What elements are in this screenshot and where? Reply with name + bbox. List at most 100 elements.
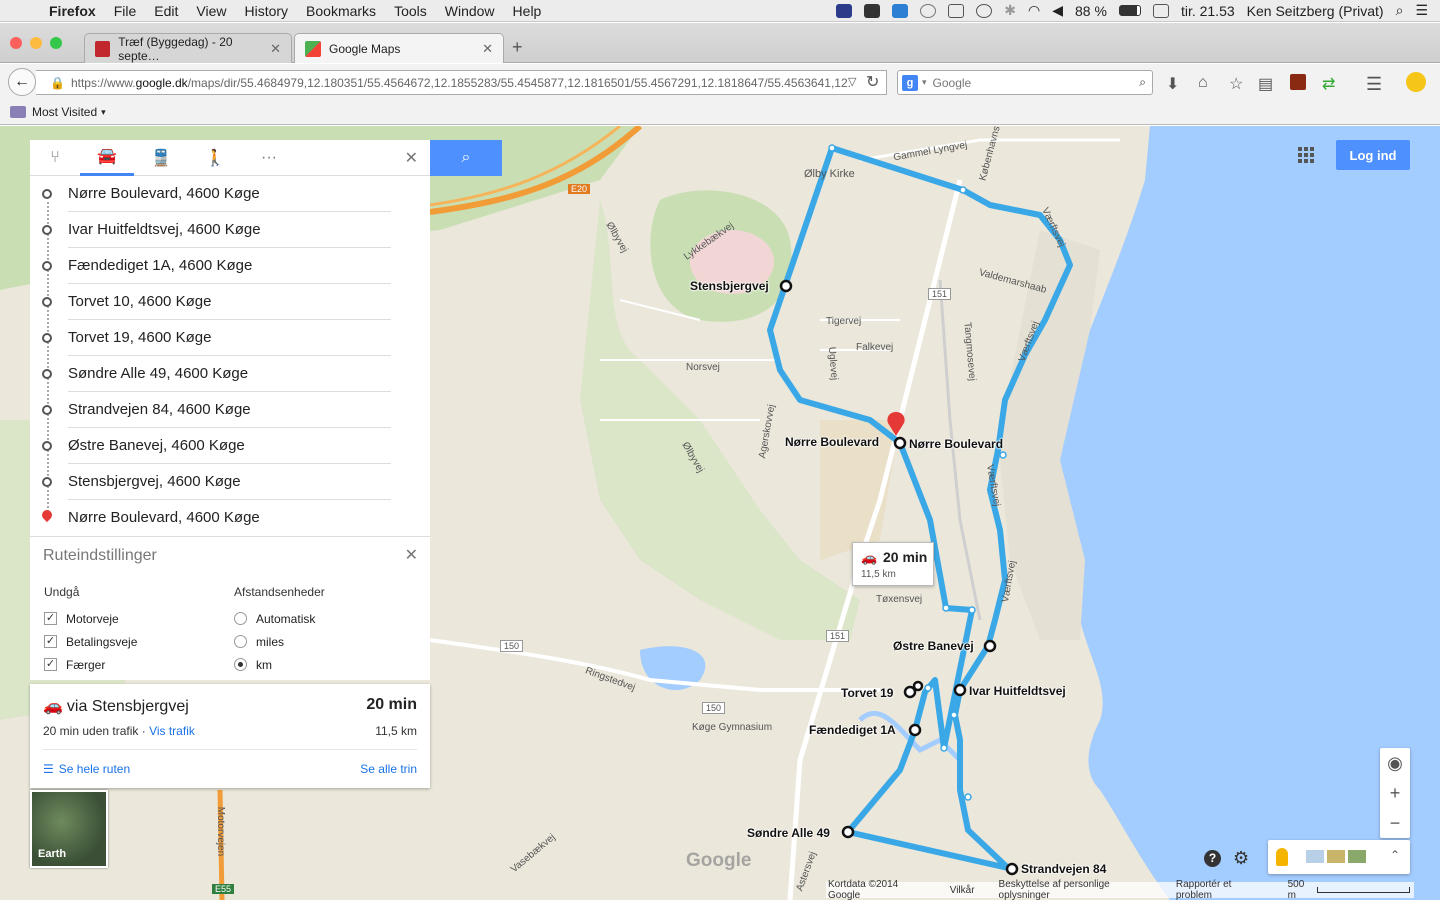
url-dropdown-icon[interactable]: ▽: [848, 75, 856, 88]
waypoint-item[interactable]: Torvet 19, 4600 Køge: [30, 320, 430, 356]
tray-app-icon[interactable]: [836, 3, 853, 18]
tray-timemachine-icon[interactable]: [976, 3, 993, 18]
tray-chat-icon[interactable]: [920, 3, 937, 18]
reading-list-icon[interactable]: ▤: [1258, 74, 1273, 94]
menu-history[interactable]: History: [235, 3, 297, 19]
search-icon[interactable]: ⌕: [1139, 75, 1146, 90]
user-name[interactable]: Ken Seitzberg (Privat): [1247, 3, 1384, 19]
radio[interactable]: [234, 612, 247, 625]
waypoint-item[interactable]: Ivar Huitfeldtsvej, 4600 Køge: [30, 212, 430, 248]
bookmark-star-icon[interactable]: ☆: [1229, 74, 1243, 94]
tray-dropbox-icon[interactable]: [892, 3, 909, 18]
menu-window[interactable]: Window: [436, 3, 504, 19]
waypoint-text[interactable]: Nørre Boulevard, 4600 Køge: [68, 185, 260, 202]
battery-icon[interactable]: [1118, 5, 1141, 16]
mode-transit-button[interactable]: 🚆: [134, 140, 188, 176]
route-eta-chip[interactable]: 🚗 20 min 11,5 km: [852, 542, 934, 586]
menu-view[interactable]: View: [187, 3, 235, 19]
waypoint-text[interactable]: Fændediget 1A, 4600 Køge: [68, 257, 252, 274]
waypoint-item-destination[interactable]: Nørre Boulevard, 4600 Køge: [30, 500, 430, 536]
units-auto-option[interactable]: Automatisk: [234, 607, 325, 630]
waypoint-item[interactable]: Stensbjergvej, 4600 Køge: [30, 464, 430, 500]
layer-transit-thumbnail[interactable]: [1327, 850, 1345, 863]
bluetooth-icon[interactable]: ✱: [1004, 2, 1016, 19]
report-problem-link[interactable]: Rapportér et problem: [1176, 879, 1264, 901]
mode-walk-button[interactable]: 🚶: [188, 140, 242, 176]
map-label-ivar-huitfeldtsvej[interactable]: Ivar Huitfeldtsvej: [969, 684, 1066, 698]
map-label-norre-boulevard-start[interactable]: Nørre Boulevard: [785, 435, 879, 449]
map-scale[interactable]: 500 m: [1288, 879, 1414, 901]
layer-terrain-thumbnail[interactable]: [1348, 850, 1366, 863]
menu-icon[interactable]: ☰: [1366, 74, 1382, 95]
spotlight-icon[interactable]: ⌕: [1396, 2, 1404, 19]
search-button[interactable]: ⌕: [430, 140, 502, 176]
calendar-icon[interactable]: [1152, 3, 1169, 18]
zoom-window-button[interactable]: [50, 37, 62, 49]
privacy-link[interactable]: Beskyttelse af personlige oplysninger: [999, 879, 1152, 901]
avoid-ferries-option[interactable]: ✓ Færger: [44, 653, 137, 676]
waypoint-text[interactable]: Søndre Alle 49, 4600 Køge: [68, 365, 248, 382]
downloads-icon[interactable]: ⬇: [1166, 74, 1179, 94]
see-all-steps-link[interactable]: Se alle trin: [360, 762, 417, 776]
notification-center-icon[interactable]: ☰: [1415, 2, 1428, 19]
minimize-window-button[interactable]: [30, 37, 42, 49]
wifi-icon[interactable]: ◠: [1028, 2, 1040, 19]
units-miles-option[interactable]: miles: [234, 630, 325, 653]
map-label-sondre-alle[interactable]: Søndre Alle 49: [747, 826, 830, 840]
more-modes-button[interactable]: ···: [242, 140, 296, 176]
rubber-duck-icon[interactable]: [1406, 72, 1426, 92]
waypoint-text[interactable]: Østre Banevej, 4600 Køge: [68, 437, 245, 454]
login-button[interactable]: Log ind: [1336, 140, 1410, 170]
waypoint-item[interactable]: Strandvejen 84, 4600 Køge: [30, 392, 430, 428]
directions-icon[interactable]: ⑂: [30, 140, 80, 176]
new-tab-button[interactable]: +: [512, 37, 523, 58]
extension-icon[interactable]: [1290, 74, 1306, 90]
waypoint-text[interactable]: Strandvejen 84, 4600 Køge: [68, 401, 251, 418]
reload-icon[interactable]: ↻: [866, 72, 879, 92]
menu-file[interactable]: File: [105, 3, 146, 19]
sync-icon[interactable]: ⇄: [1322, 74, 1335, 94]
checkbox[interactable]: ✓: [44, 658, 57, 671]
show-traffic-link[interactable]: Vis trafik: [149, 724, 195, 738]
tray-clipboard-icon[interactable]: [864, 3, 881, 18]
checkbox[interactable]: ✓: [44, 612, 57, 625]
tab-google-maps[interactable]: Google Maps ✕: [294, 33, 504, 63]
close-options-icon[interactable]: ✕: [405, 545, 418, 565]
close-tab-icon[interactable]: ✕: [482, 41, 493, 57]
mode-car-button[interactable]: 🚘: [80, 140, 134, 176]
route-summary-card[interactable]: 🚗 via Stensbjergvej 20 min 20 min uden tr…: [30, 684, 430, 788]
waypoint-text[interactable]: Stensbjergvej, 4600 Køge: [68, 473, 241, 490]
menu-app-firefox[interactable]: Firefox: [40, 3, 105, 19]
pegman-icon[interactable]: [1276, 848, 1288, 866]
see-full-route-link[interactable]: ☰ Se hele ruten: [43, 762, 130, 776]
search-bar[interactable]: g ▾ Google ⌕: [897, 70, 1153, 95]
volume-icon[interactable]: ◀: [1052, 2, 1063, 19]
radio[interactable]: [234, 658, 247, 671]
terms-link[interactable]: Vilkår: [950, 885, 975, 896]
waypoint-item[interactable]: Fændediget 1A, 4600 Køge: [30, 248, 430, 284]
zoom-in-button[interactable]: +: [1380, 778, 1410, 808]
close-directions-icon[interactable]: ✕: [405, 148, 418, 168]
map-label-strandvejen[interactable]: Strandvejen 84: [1021, 862, 1106, 876]
units-km-option[interactable]: km: [234, 653, 325, 676]
checkbox[interactable]: ✓: [44, 635, 57, 648]
map-label-norre-boulevard-end[interactable]: Nørre Boulevard: [909, 437, 1003, 451]
tray-memory-icon[interactable]: [948, 3, 965, 18]
map-label-stensbjergvej[interactable]: Stensbjergvej: [690, 279, 769, 293]
tab-traef[interactable]: Træf (Byggedag) - 20 septe… ✕: [84, 33, 292, 63]
menu-tools[interactable]: Tools: [385, 3, 436, 19]
radio[interactable]: [234, 635, 247, 648]
most-visited-folder[interactable]: Most Visited: [32, 105, 97, 119]
waypoint-text[interactable]: Nørre Boulevard, 4600 Køge: [68, 509, 260, 526]
gear-icon[interactable]: ⚙: [1233, 848, 1249, 869]
waypoint-item[interactable]: Søndre Alle 49, 4600 Køge: [30, 356, 430, 392]
close-tab-icon[interactable]: ✕: [270, 41, 281, 57]
menu-help[interactable]: Help: [504, 3, 551, 19]
url-bar[interactable]: 🔒 https://www. google.dk/maps/dir/55.4684…: [36, 70, 887, 95]
waypoint-text[interactable]: Torvet 19, 4600 Køge: [68, 329, 211, 346]
clock[interactable]: tir. 21.53: [1181, 3, 1235, 19]
google-search-engine-icon[interactable]: g: [902, 74, 918, 91]
expand-layers-icon[interactable]: ⌃: [1390, 848, 1400, 862]
map-label-torvet-19[interactable]: Torvet 19: [841, 686, 893, 700]
avoid-tolls-option[interactable]: ✓ Betalingsveje: [44, 630, 137, 653]
